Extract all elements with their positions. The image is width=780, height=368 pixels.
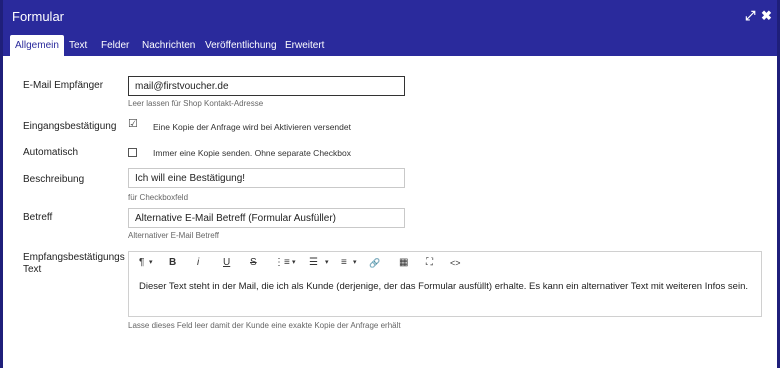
- tab-bar: Allgemein Text Felder Nachrichten Veröff…: [3, 32, 777, 56]
- form-dialog: Formular ⤢ ✖ Allgemein Text Felder Nachr…: [3, 0, 777, 368]
- underline-icon[interactable]: U: [223, 257, 230, 269]
- confirmation-text-label: Empfangsbestätigungs Text: [23, 252, 125, 275]
- unordered-list-caret-icon[interactable]: ▾: [325, 257, 329, 269]
- editor-toolbar: ¶ ▾ B i U S ⋮≡ ▾ ☰ ▾ ≡ ▾ 🔗 ▦ ⛶ <>: [129, 252, 761, 274]
- confirmation-label: Eingangsbestätigung: [23, 121, 117, 132]
- automatic-text: Immer eine Kopie senden. Ohne separate C…: [153, 148, 351, 158]
- tab-erweitert[interactable]: Erweitert: [280, 35, 329, 56]
- email-hint: Leer lassen für Shop Kontakt-Adresse: [128, 99, 264, 108]
- tab-nachrichten[interactable]: Nachrichten: [137, 35, 200, 56]
- ordered-list-icon[interactable]: ⋮≡: [274, 257, 290, 269]
- email-input[interactable]: [128, 76, 405, 96]
- rich-text-editor: ¶ ▾ B i U S ⋮≡ ▾ ☰ ▾ ≡ ▾ 🔗 ▦ ⛶ <> Dieser…: [128, 251, 762, 317]
- confirmation-text-hint: Lasse dieses Feld leer damit der Kunde e…: [128, 321, 401, 330]
- paragraph-icon[interactable]: ¶: [139, 257, 144, 269]
- dialog-title: Formular: [12, 9, 65, 24]
- fullscreen-icon[interactable]: ⛶: [426, 257, 433, 269]
- email-label: E-Mail Empfänger: [23, 80, 104, 91]
- subject-label: Betreff: [23, 212, 53, 223]
- automatic-checkbox[interactable]: [128, 148, 137, 157]
- italic-icon[interactable]: i: [197, 257, 199, 269]
- strikethrough-icon[interactable]: S: [250, 257, 257, 269]
- link-icon[interactable]: 🔗: [369, 257, 380, 269]
- dialog-titlebar: Formular ⤢ ✖: [3, 0, 777, 32]
- ordered-list-caret-icon[interactable]: ▾: [292, 257, 296, 269]
- align-caret-icon[interactable]: ▾: [353, 257, 357, 269]
- confirmation-checkbox[interactable]: ☑: [128, 119, 138, 130]
- description-input[interactable]: [128, 168, 405, 188]
- subject-hint: Alternativer E-Mail Betreff: [128, 231, 219, 240]
- tab-allgemein[interactable]: Allgemein: [10, 35, 64, 56]
- close-icon[interactable]: ✖: [761, 8, 772, 24]
- tab-felder[interactable]: Felder: [96, 35, 134, 56]
- automatic-label: Automatisch: [23, 147, 79, 158]
- paragraph-caret-icon[interactable]: ▾: [149, 257, 153, 269]
- tab-veroeffentlichung[interactable]: Veröffentlichung: [200, 35, 282, 56]
- code-view-icon[interactable]: <>: [450, 257, 461, 269]
- expand-icon[interactable]: ⤢: [745, 8, 755, 24]
- editor-content[interactable]: Dieser Text steht in der Mail, die ich a…: [139, 281, 748, 292]
- bold-icon[interactable]: B: [169, 257, 176, 269]
- tab-text[interactable]: Text: [64, 35, 92, 56]
- description-hint: für Checkboxfeld: [128, 193, 189, 202]
- confirmation-text: Eine Kopie der Anfrage wird bei Aktivier…: [153, 122, 351, 132]
- unordered-list-icon[interactable]: ☰: [309, 257, 318, 269]
- description-label: Beschreibung: [23, 174, 85, 185]
- subject-input[interactable]: [128, 208, 405, 228]
- table-icon[interactable]: ▦: [399, 257, 408, 269]
- align-icon[interactable]: ≡: [341, 257, 347, 269]
